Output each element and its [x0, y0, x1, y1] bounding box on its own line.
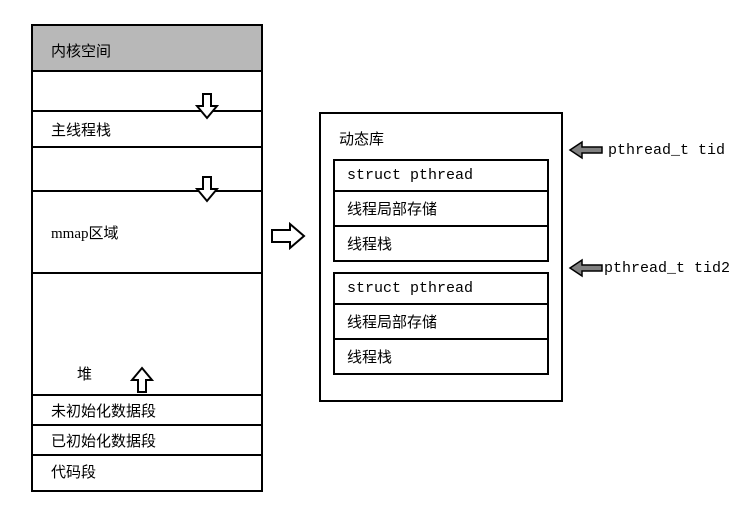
thread1-stack-label: 线程栈 [347, 237, 392, 253]
mmap-region-row: mmap区域 [33, 192, 261, 274]
dynamic-lib-title: 动态库 [333, 124, 549, 159]
mmap-region-label: mmap区域 [51, 222, 119, 243]
thread-block-2: struct pthread 线程局部存储 线程栈 [333, 272, 549, 375]
thread2-struct-row: struct pthread [335, 274, 547, 305]
kernel-space-label: 内核空间 [51, 44, 111, 60]
thread2-tls-row: 线程局部存储 [335, 305, 547, 340]
thread1-struct-label: struct pthread [347, 167, 473, 184]
kernel-gap [33, 72, 261, 112]
thread-block-1: struct pthread 线程局部存储 线程栈 [333, 159, 549, 262]
thread2-tls-label: 线程局部存储 [347, 315, 437, 331]
main-thread-stack-label: 主线程栈 [51, 119, 111, 140]
thread1-tls-label: 线程局部存储 [347, 202, 437, 218]
thread1-stack-row: 线程栈 [335, 227, 547, 260]
kernel-space-header: 内核空间 [33, 26, 261, 72]
dynamic-lib-label: 动态库 [339, 132, 384, 148]
tid1-label: pthread_t tid [608, 142, 725, 159]
arrow-down-icon [195, 92, 219, 120]
process-memory-layout: 内核空间 主线程栈 mmap区域 堆 未初始化数据段 已初始化数据段 代码段 [31, 24, 263, 492]
thread1-tls-row: 线程局部存储 [335, 192, 547, 227]
arrow-up-icon [130, 366, 154, 394]
thread2-struct-label: struct pthread [347, 280, 473, 297]
data-label: 已初始化数据段 [51, 430, 156, 451]
main-thread-stack-row: 主线程栈 [33, 112, 261, 148]
text-label: 代码段 [51, 461, 96, 482]
thread2-stack-label: 线程栈 [347, 350, 392, 366]
heap-label: 堆 [77, 363, 92, 384]
data-row: 已初始化数据段 [33, 426, 261, 456]
arrow-left-icon [568, 140, 604, 160]
text-row: 代码段 [33, 456, 261, 486]
tid2-label: pthread_t tid2 [604, 260, 730, 277]
bss-row: 未初始化数据段 [33, 396, 261, 426]
thread1-struct-row: struct pthread [335, 161, 547, 192]
bss-label: 未初始化数据段 [51, 400, 156, 421]
arrow-down-icon [195, 175, 219, 203]
arrow-left-icon [568, 258, 604, 278]
blank-row [33, 148, 261, 192]
thread2-stack-row: 线程栈 [335, 340, 547, 373]
arrow-right-icon [270, 222, 306, 250]
dynamic-library-box: 动态库 struct pthread 线程局部存储 线程栈 struct pth… [319, 112, 563, 402]
